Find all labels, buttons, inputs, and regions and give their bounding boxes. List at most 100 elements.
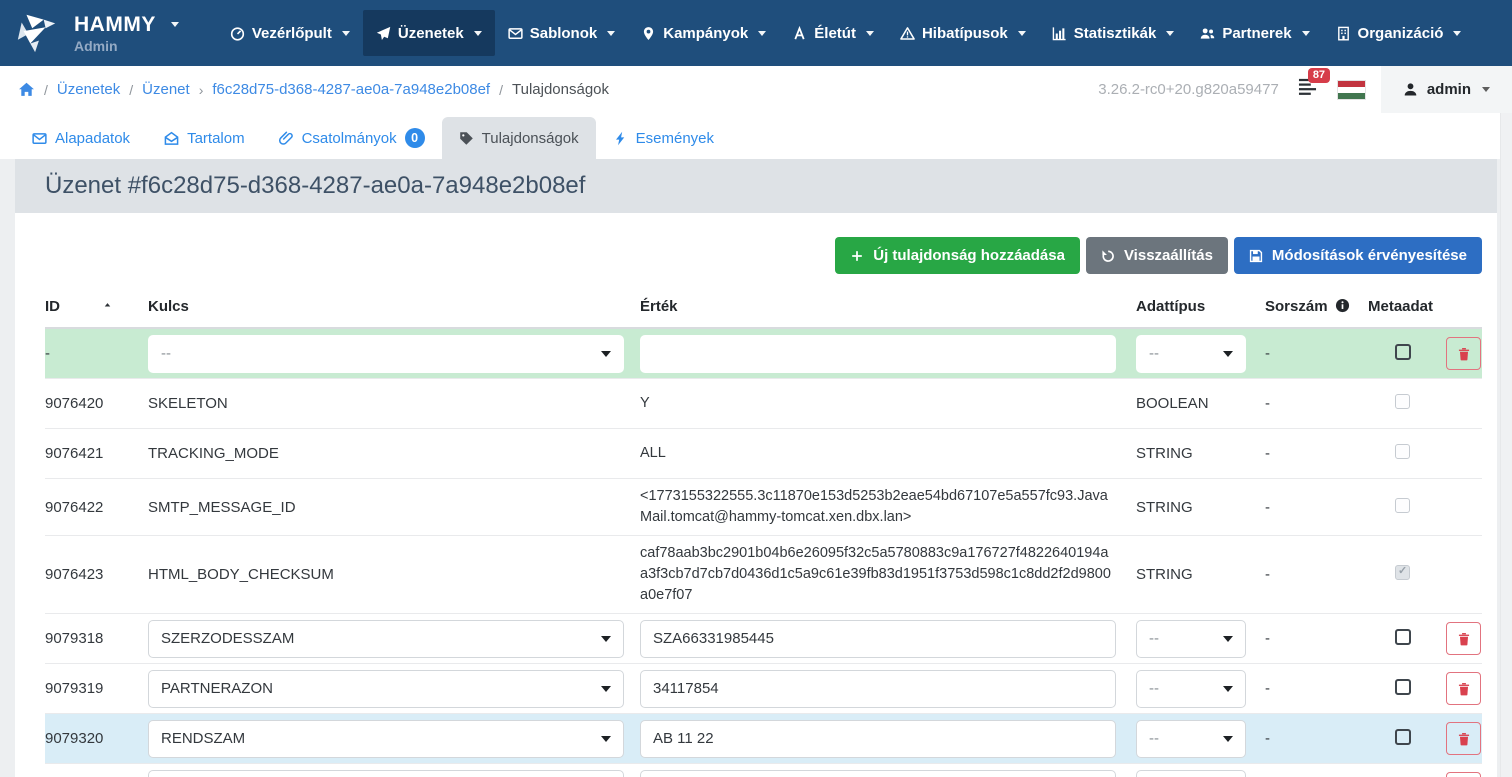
nav-item-organizacio[interactable]: Organizáció <box>1323 10 1475 56</box>
user-icon <box>1403 82 1418 97</box>
nav-item-vezerlopult[interactable]: Vezérlőpult <box>217 10 363 56</box>
toolbar: Új tulajdonság hozzáadása Visszaállítás … <box>45 213 1482 274</box>
caret-down-icon <box>1166 31 1174 36</box>
nav-item-statisztikak[interactable]: Statisztikák <box>1039 10 1188 56</box>
meta-checkbox[interactable] <box>1395 344 1411 360</box>
caret-down-icon <box>474 31 482 36</box>
column-header-id[interactable]: ID <box>45 298 148 315</box>
type-select[interactable]: -- <box>1136 335 1246 373</box>
column-header-value: Érték <box>640 298 1136 315</box>
type-select-value: -- <box>1149 630 1159 647</box>
users-icon <box>1200 26 1215 41</box>
meta-checkbox[interactable] <box>1395 629 1411 645</box>
apply-changes-label: Módosítások érvényesítése <box>1272 247 1467 264</box>
value-input[interactable] <box>640 720 1116 758</box>
value-input[interactable] <box>640 670 1116 708</box>
properties-table: ID Kulcs Érték Adattípus Sorszám Metaada… <box>45 292 1482 777</box>
envelope-icon <box>32 131 47 146</box>
paper-plane-icon <box>376 26 391 41</box>
user-menu[interactable]: admin <box>1381 66 1512 113</box>
key-select[interactable]: RENDSZAM <box>148 720 624 758</box>
delete-row-button[interactable] <box>1446 722 1481 755</box>
value-input[interactable] <box>640 770 1116 777</box>
breadcrumb-item-uzenet[interactable]: Üzenet <box>142 81 190 98</box>
key-select[interactable]: SZERZODESSZAM <box>148 620 624 658</box>
nav-item-eletut[interactable]: Életút <box>779 10 887 56</box>
value-input[interactable] <box>640 335 1116 373</box>
delete-row-button[interactable] <box>1446 772 1481 777</box>
version-label: 3.26.2-rc0+20.g820a59477 <box>1098 81 1279 98</box>
caret-down-icon <box>1223 686 1233 692</box>
delete-row-button[interactable] <box>1446 672 1481 705</box>
column-header-type: Adattípus <box>1136 298 1259 315</box>
paperclip-icon <box>279 131 294 146</box>
hungary-flag-icon[interactable] <box>1338 81 1365 99</box>
type-select-value: -- <box>1149 345 1159 362</box>
key-select[interactable]: STATUS <box>148 770 624 777</box>
nav-item-kampanyok[interactable]: Kampányok <box>628 10 779 56</box>
property-row-9079320: 9079320RENDSZAM--- <box>45 714 1482 764</box>
tag-icon <box>459 131 474 146</box>
reset-label: Visszaállítás <box>1124 247 1213 264</box>
meta-checkbox[interactable] <box>1395 729 1411 745</box>
breadcrumb-item-message-id[interactable]: f6c28d75-d368-4287-ae0a-7a948e2b08ef <box>212 81 490 98</box>
tab-esemenyek[interactable]: Események <box>596 117 731 159</box>
type-select-value: -- <box>1149 680 1159 697</box>
nav-item-label: Életút <box>814 25 856 42</box>
trash-icon <box>1457 682 1471 696</box>
type-select-value: -- <box>1149 730 1159 747</box>
trash-icon <box>1457 347 1471 361</box>
caret-down-icon <box>607 31 615 36</box>
meta-checkbox <box>1395 444 1410 459</box>
gauge-icon <box>230 26 245 41</box>
breadcrumb-separator: / <box>44 82 48 98</box>
trash-icon <box>1457 632 1471 646</box>
home-icon[interactable] <box>18 81 35 98</box>
nav-item-hibatipusok[interactable]: Hibatípusok <box>887 10 1039 56</box>
add-property-button[interactable]: Új tulajdonság hozzáadása <box>835 237 1080 274</box>
tab-csatolmanyok[interactable]: Csatolmányok0 <box>262 117 442 159</box>
property-row-9079318: 9079318SZERZODESSZAM--- <box>45 614 1482 664</box>
type-select[interactable]: -- <box>1136 720 1246 758</box>
nav-item-partnerek[interactable]: Partnerek <box>1187 10 1322 56</box>
warning-icon <box>900 26 915 41</box>
caret-down-icon <box>866 31 874 36</box>
type-select[interactable]: -- <box>1136 670 1246 708</box>
key-select[interactable]: -- <box>148 335 624 373</box>
tab-count-badge: 0 <box>405 128 425 148</box>
top-navbar: HAMMY Admin VezérlőpultÜzenetek Sablonok K… <box>0 0 1512 66</box>
nav-item-uzenetek[interactable]: Üzenetek <box>363 10 495 56</box>
breadcrumb: /Üzenetek/Üzenet›f6c28d75-d368-4287-ae0a… <box>18 81 609 98</box>
apply-changes-button[interactable]: Módosítások érvényesítése <box>1234 237 1482 274</box>
topbar-right: 3.26.2-rc0+20.g820a59477 87 admin <box>1098 66 1512 113</box>
reset-button[interactable]: Visszaállítás <box>1086 237 1228 274</box>
notifications-button[interactable]: 87 <box>1297 76 1318 103</box>
meta-checkbox[interactable] <box>1395 679 1411 695</box>
nav-item-sablonok[interactable]: Sablonok <box>495 10 629 56</box>
key-select[interactable]: PARTNERAZON <box>148 670 624 708</box>
value-input[interactable] <box>640 620 1116 658</box>
bar-chart-icon <box>1052 26 1067 41</box>
nav-item-label: Hibatípusok <box>922 25 1008 42</box>
meta-checkbox <box>1395 394 1410 409</box>
delete-row-button[interactable] <box>1446 337 1481 370</box>
tab-tulajdonsagok[interactable]: Tulajdonságok <box>442 117 596 159</box>
tab-alapadatok[interactable]: Alapadatok <box>15 117 147 159</box>
tab-tartalom[interactable]: Tartalom <box>147 117 262 159</box>
vertical-scrollbar[interactable] <box>1500 113 1512 777</box>
type-select[interactable]: -- <box>1136 620 1246 658</box>
undo-icon <box>1101 249 1115 263</box>
nav-item-label: Sablonok <box>530 25 598 42</box>
breadcrumb-bar: /Üzenetek/Üzenet›f6c28d75-d368-4287-ae0a… <box>0 66 1512 113</box>
breadcrumb-item-uzenetek[interactable]: Üzenetek <box>57 81 120 98</box>
delete-row-button[interactable] <box>1446 622 1481 655</box>
tab-label: Tartalom <box>187 130 245 147</box>
property-row-9079319: 9079319PARTNERAZON--- <box>45 664 1482 714</box>
brand-logo-block[interactable]: HAMMY Admin <box>14 10 179 56</box>
caret-down-icon <box>1223 636 1233 642</box>
main-menu: VezérlőpultÜzenetek Sablonok Kampányok Élet… <box>217 0 1475 66</box>
bolt-icon <box>613 131 628 146</box>
add-property-label: Új tulajdonság hozzáadása <box>873 247 1065 264</box>
trash-icon <box>1457 732 1471 746</box>
type-select[interactable]: -- <box>1136 770 1246 777</box>
